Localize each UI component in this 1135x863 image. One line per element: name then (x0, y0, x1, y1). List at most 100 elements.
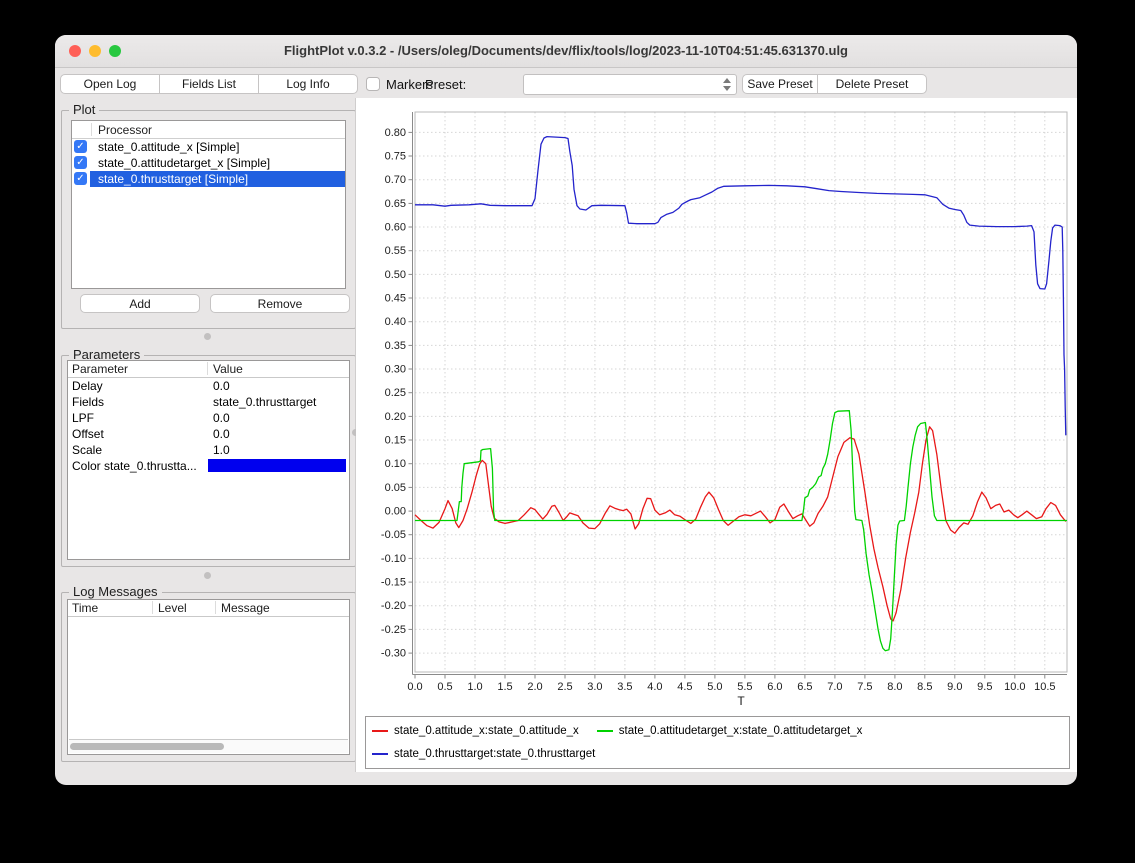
plot-group-title: Plot (69, 102, 99, 117)
chart-legend: state_0.attitude_x:state_0.attitude_xsta… (365, 716, 1070, 769)
svg-text:0.25: 0.25 (385, 387, 406, 399)
svg-text:0.15: 0.15 (385, 435, 406, 447)
processor-row-label: state_0.attitudetarget_x [Simple] (98, 156, 270, 170)
parameter-row[interactable]: Fieldsstate_0.thrusttarget (68, 394, 349, 410)
log-table-header: Time Level Message (68, 600, 349, 617)
horizontal-scrollbar[interactable] (69, 739, 348, 753)
chart-svg[interactable]: 0.00.51.01.52.02.53.03.54.04.55.05.56.06… (356, 98, 1077, 772)
parameter-row[interactable]: Color state_0.thrustta... (68, 458, 349, 474)
add-button[interactable]: Add (80, 294, 200, 313)
svg-text:8.5: 8.5 (917, 681, 932, 693)
preset-label: Preset: (425, 77, 466, 92)
parameter-value[interactable]: state_0.thrusttarget (213, 395, 316, 409)
processor-row[interactable]: ✓ state_0.thrusttarget [Simple] (72, 171, 345, 187)
svg-text:-0.30: -0.30 (381, 648, 406, 660)
svg-text:0.00: 0.00 (385, 506, 406, 518)
legend-line-sample (597, 730, 613, 732)
svg-text:-0.15: -0.15 (381, 577, 406, 589)
legend-label: state_0.thrusttarget:state_0.thrusttarge… (394, 748, 595, 760)
svg-text:2.0: 2.0 (527, 681, 542, 693)
legend-label: state_0.attitude_x:state_0.attitude_x (394, 725, 579, 737)
remove-button[interactable]: Remove (210, 294, 350, 313)
svg-text:0.50: 0.50 (385, 269, 406, 281)
svg-text:6.0: 6.0 (767, 681, 782, 693)
processor-row[interactable]: ✓ state_0.attitude_x [Simple] (72, 139, 345, 155)
legend-line-sample (372, 730, 388, 732)
row-checkbox[interactable]: ✓ (74, 172, 87, 185)
legend-item: state_0.thrusttarget:state_0.thrusttarge… (372, 748, 595, 760)
parameter-row[interactable]: LPF 0.0 (68, 410, 349, 426)
parameter-name: LPF (72, 411, 94, 425)
parameter-value[interactable]: 0.0 (213, 411, 230, 425)
parameter-name: Offset (72, 427, 104, 441)
svg-text:0.35: 0.35 (385, 340, 406, 352)
svg-text:0.5: 0.5 (437, 681, 452, 693)
markers-checkbox[interactable] (366, 77, 380, 91)
chart-panel[interactable]: 0.00.51.01.52.02.53.03.54.04.55.05.56.06… (356, 98, 1077, 772)
open-log-button[interactable]: Open Log (60, 74, 160, 94)
log-messages-group: Log Messages Time Level Message (61, 592, 356, 762)
log-messages-group-title: Log Messages (69, 584, 162, 599)
svg-text:5.5: 5.5 (737, 681, 752, 693)
parameter-row[interactable]: Scale 1.0 (68, 442, 349, 458)
svg-text:0.10: 0.10 (385, 458, 406, 470)
svg-text:3.0: 3.0 (587, 681, 602, 693)
parameter-row[interactable]: Offset 0.0 (68, 426, 349, 442)
splitter-handle[interactable] (204, 333, 211, 340)
svg-text:0.20: 0.20 (385, 411, 406, 423)
processor-row-label: state_0.attitude_x [Simple] (98, 140, 239, 154)
combo-stepper-icon[interactable] (721, 76, 733, 93)
svg-text:0.30: 0.30 (385, 364, 406, 376)
parameter-row[interactable]: Delay0.0 (68, 378, 349, 394)
svg-text:6.5: 6.5 (797, 681, 812, 693)
legend-label: state_0.attitudetarget_x:state_0.attitud… (619, 725, 863, 737)
processor-list-header: Processor (72, 121, 345, 139)
parameter-value[interactable]: 0.0 (213, 427, 230, 441)
svg-text:0.45: 0.45 (385, 293, 406, 305)
param-col-value: Value (213, 362, 243, 376)
svg-text:10.0: 10.0 (1004, 681, 1025, 693)
parameter-name: Color state_0.thrustta... (72, 459, 197, 473)
parameter-value[interactable]: 0.0 (213, 379, 230, 393)
row-checkbox[interactable]: ✓ (74, 156, 87, 169)
svg-text:3.5: 3.5 (617, 681, 632, 693)
legend-row: state_0.attitude_x:state_0.attitude_x sta… (372, 721, 1065, 741)
parameter-value[interactable]: 1.0 (213, 443, 230, 457)
legend-item: state_0.attitudetarget_x:state_0.attitud… (597, 725, 863, 737)
processor-list[interactable]: Processor ✓ state_0.attitude_x [Simple] ✓ s… (71, 120, 346, 289)
svg-text:0.75: 0.75 (385, 151, 406, 163)
color-swatch[interactable] (208, 459, 346, 472)
param-col-parameter: Parameter (72, 362, 128, 376)
plot-group: Plot Processor ✓state_0.attitude_x [Simp… (61, 110, 356, 329)
svg-text:10.5: 10.5 (1034, 681, 1055, 693)
fields-list-button[interactable]: Fields List (159, 74, 259, 94)
log-info-button[interactable]: Log Info (258, 74, 358, 94)
parameters-table-header: Parameter Value (68, 361, 349, 378)
svg-text:-0.20: -0.20 (381, 600, 406, 612)
svg-text:0.80: 0.80 (385, 127, 406, 139)
svg-text:-0.10: -0.10 (381, 553, 406, 565)
svg-text:0.05: 0.05 (385, 482, 406, 494)
row-checkbox[interactable]: ✓ (74, 140, 87, 153)
delete-preset-button[interactable]: Delete Preset (817, 74, 927, 94)
processor-row-label: state_0.thrusttarget [Simple] (98, 172, 248, 186)
svg-text:0.40: 0.40 (385, 316, 406, 328)
svg-text:-0.25: -0.25 (381, 624, 406, 636)
legend-row: state_0.thrusttarget:state_0.thrusttarge… (372, 744, 1065, 764)
processor-row[interactable]: ✓ state_0.attitudetarget_x [Simple] (72, 155, 345, 171)
parameter-name: Scale (72, 443, 102, 457)
svg-text:0.60: 0.60 (385, 222, 406, 234)
processor-column-header: Processor (98, 123, 152, 137)
preset-combobox[interactable] (523, 74, 737, 95)
flightplot-window: FlightPlot v.0.3.2 - /Users/oleg/Documen… (55, 35, 1077, 785)
svg-text:7.0: 7.0 (827, 681, 842, 693)
title-bar[interactable]: FlightPlot v.0.3.2 - /Users/oleg/Documen… (55, 35, 1077, 68)
log-messages-table[interactable]: Time Level Message (67, 599, 350, 755)
window-title: FlightPlot v.0.3.2 - /Users/oleg/Documen… (55, 43, 1077, 58)
legend-item: state_0.attitude_x:state_0.attitude_x (372, 725, 579, 737)
splitter-handle[interactable] (204, 572, 211, 579)
save-preset-button[interactable]: Save Preset (742, 74, 818, 94)
parameters-table[interactable]: Parameter Value Delay0.0Fieldsstate_0.th… (67, 360, 350, 560)
log-col-time: Time (72, 601, 98, 615)
scrollbar-thumb[interactable] (70, 743, 224, 750)
